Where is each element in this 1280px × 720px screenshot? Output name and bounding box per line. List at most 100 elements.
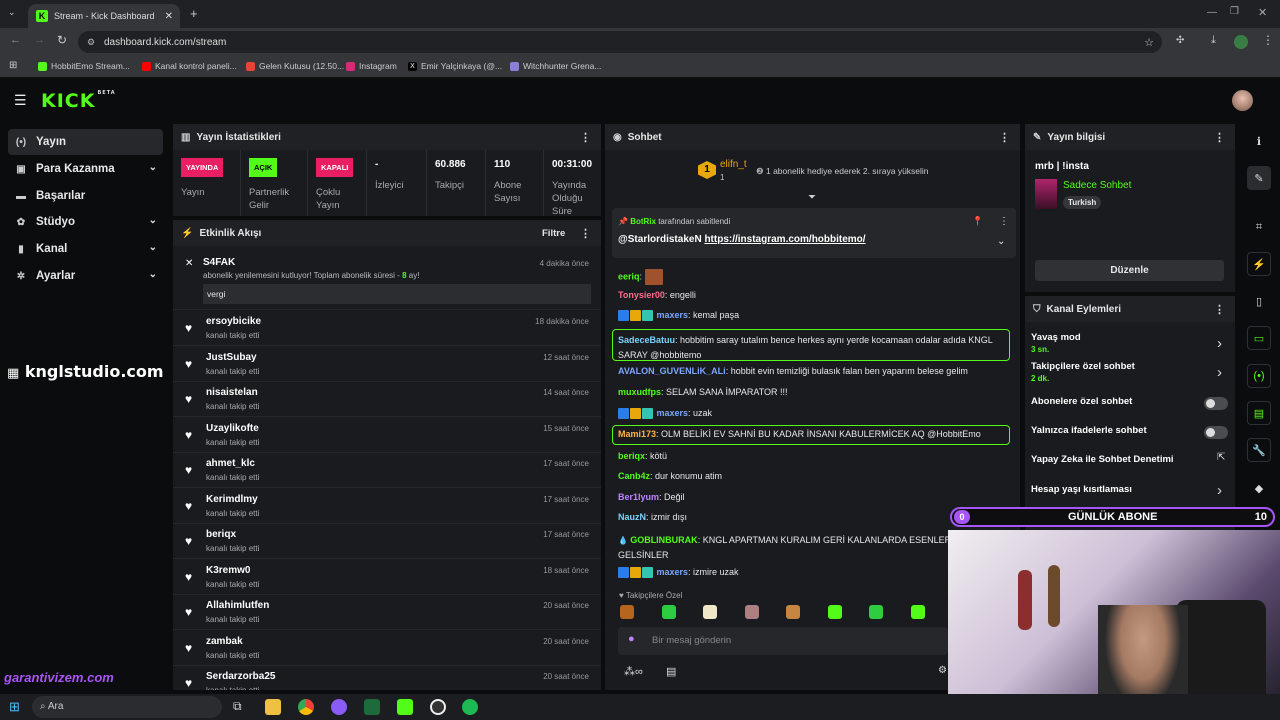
toggle-switch[interactable]	[1204, 397, 1228, 410]
store-icon[interactable]: ▤	[666, 665, 676, 678]
chat-username[interactable]: maxers	[657, 567, 689, 577]
extensions-icon[interactable]: ✣	[1176, 35, 1184, 46]
broadcast-icon[interactable]: (•)	[1247, 364, 1271, 388]
more-menu-icon[interactable]: ⋮	[999, 131, 1010, 144]
chat-username[interactable]: beriqx	[618, 451, 645, 461]
tab-close-icon[interactable]: ✕	[165, 11, 173, 22]
profile-avatar[interactable]	[1234, 35, 1248, 49]
follower-name[interactable]: ersoybicike	[206, 316, 261, 327]
bookmark-item[interactable]: Gelen Kutusu (12.50...	[246, 61, 344, 71]
sidebar-item-basarilar[interactable]: ▬ Başarılar	[8, 183, 163, 209]
window-close-icon[interactable]: ✕	[1258, 6, 1267, 19]
follower-name[interactable]: JustSubay	[206, 352, 257, 363]
sidebar-item-kanal[interactable]: ▮ Kanal ⌄	[8, 236, 163, 262]
sidebar-item-ayarlar[interactable]: ✲ Ayarlar ⌄	[8, 263, 163, 289]
collapse-icon[interactable]: ⏷	[808, 192, 816, 203]
chat-username[interactable]: GOBLINBURAK	[630, 535, 698, 545]
follower-name[interactable]: Allahimlutfen	[206, 600, 269, 611]
emote-icon[interactable]	[869, 605, 883, 619]
more-menu-icon[interactable]: ⋮	[1214, 303, 1225, 316]
app-icon[interactable]	[331, 699, 347, 715]
kick-app-icon[interactable]	[397, 699, 413, 715]
chat-username[interactable]: AVALON_GUVENLiK_ALi	[618, 366, 726, 376]
document-icon[interactable]: ▯	[1247, 289, 1271, 313]
obs-icon[interactable]	[430, 699, 446, 715]
bookmark-star-icon[interactable]: ☆	[1144, 36, 1154, 49]
chat-username[interactable]: SadeceBatuu	[618, 335, 675, 345]
follower-name[interactable]: Uzaylikofte	[206, 423, 259, 434]
bookmark-item[interactable]: Instagram	[346, 61, 397, 71]
action-item-label[interactable]: Yapay Zeka ile Sohbet Denetimi	[1031, 454, 1174, 465]
minimize-icon[interactable]: —	[1207, 7, 1217, 18]
more-menu-icon[interactable]: ⋮	[580, 227, 591, 240]
action-item-label[interactable]: Yavaş mod 3 sn.	[1031, 332, 1081, 354]
sidebar-item-studyo[interactable]: ✿ Stüdyo ⌄	[8, 209, 163, 235]
file-explorer-icon[interactable]	[265, 699, 281, 715]
chat-username[interactable]: Mami173	[618, 429, 656, 439]
chat-username[interactable]: eeriq	[618, 271, 640, 281]
chat-username[interactable]: NauzN	[618, 512, 646, 522]
external-link-icon[interactable]: ⇱	[1217, 452, 1225, 463]
url-field[interactable]: ⚙ dashboard.kick.com/stream ☆	[78, 31, 1162, 53]
chevron-right-icon[interactable]: ›	[1217, 482, 1222, 499]
more-menu-icon[interactable]: ⋮	[580, 131, 591, 144]
action-item-label[interactable]: Yalnızca ifadelerle sohbet	[1031, 425, 1147, 436]
chat-username[interactable]: Tonysier00	[618, 290, 665, 300]
emote-icon[interactable]	[703, 605, 717, 619]
chevron-right-icon[interactable]: ›	[1217, 364, 1222, 381]
pencil-icon[interactable]: ✎	[1247, 166, 1271, 190]
chat-username[interactable]: maxers	[657, 310, 689, 320]
filter-button[interactable]: Filtre	[542, 228, 565, 239]
emote-icon[interactable]	[620, 605, 634, 619]
chevron-right-icon[interactable]: ›	[1217, 335, 1222, 352]
crop-icon[interactable]: ⌗	[1247, 215, 1271, 239]
tab-menu-icon[interactable]: ⌄	[8, 7, 16, 18]
task-view-icon[interactable]: ⧉	[233, 699, 242, 714]
unpin-icon[interactable]: 📍	[972, 216, 983, 227]
chat-username[interactable]: Canb4z	[618, 471, 650, 481]
sidebar-item-para-kazanma[interactable]: ▣ Para Kazanma ⌄	[8, 156, 163, 182]
download-icon[interactable]: ⤓	[1211, 34, 1216, 47]
follower-name[interactable]: beriqx	[206, 529, 236, 540]
more-menu-icon[interactable]: ⋮	[1214, 131, 1225, 144]
chrome-icon[interactable]	[298, 699, 314, 715]
follower-name[interactable]: Kerimdlmy	[206, 494, 258, 505]
emote-icon[interactable]	[827, 605, 842, 619]
follower-name[interactable]: zambak	[206, 636, 243, 647]
category-link[interactable]: Sadece Sohbet	[1063, 180, 1131, 191]
bookmark-item[interactable]: HobbitEmo Stream...	[38, 61, 130, 71]
maximize-icon[interactable]: ❐	[1230, 6, 1239, 17]
browser-tab[interactable]: K Stream - Kick Dashboard ✕	[28, 4, 180, 28]
terminal-icon[interactable]	[364, 699, 380, 715]
browser-menu-icon[interactable]: ⋮	[1262, 33, 1274, 47]
follower-name[interactable]: nisaistelan	[206, 387, 258, 398]
bookmark-item[interactable]: X Emir Yalçinkaya (@...	[408, 61, 502, 71]
new-tab-icon[interactable]: +	[190, 6, 198, 21]
chat-icon[interactable]: ▭	[1247, 326, 1271, 350]
action-item-label[interactable]: Abonelere özel sohbet	[1031, 396, 1132, 407]
more-menu-icon[interactable]: ⋮	[999, 216, 1009, 227]
user-avatar[interactable]	[1232, 90, 1253, 111]
reload-icon[interactable]: ↻	[57, 33, 67, 47]
pinned-link[interactable]: https://instagram.com/hobbitemo/	[704, 234, 865, 245]
info-icon[interactable]: ℹ	[1247, 129, 1271, 153]
follower-name[interactable]: ahmet_klc	[206, 458, 255, 469]
spotify-icon[interactable]	[462, 699, 478, 715]
edit-button[interactable]: Düzenle	[1035, 260, 1224, 281]
toggle-switch[interactable]	[1204, 426, 1228, 439]
emote-icon[interactable]	[661, 605, 676, 619]
chat-input[interactable]: ● Bir mesaj gönderin	[618, 627, 948, 655]
action-item-label[interactable]: Hesap yaşı kısıtlaması	[1031, 484, 1132, 495]
sidebar-item-yayin[interactable]: (•) Yayın	[8, 129, 163, 155]
follower-name[interactable]: Serdarzorba25	[206, 671, 275, 682]
emote-icon[interactable]	[744, 605, 759, 619]
forward-icon[interactable]: →	[34, 34, 45, 46]
bolt-icon[interactable]: ⚡	[1247, 252, 1271, 276]
bookmark-item[interactable]: Witchhunter Grena...	[510, 61, 601, 71]
gifter-name[interactable]: elifn_t	[720, 159, 747, 170]
taskbar-search[interactable]: ⌕ Ara	[32, 696, 222, 718]
chat-username[interactable]: muxudfps	[618, 387, 661, 397]
server-icon[interactable]: ▤	[1247, 401, 1271, 425]
points-icon[interactable]: ⁂∞	[624, 665, 643, 678]
site-info-icon[interactable]: ⚙	[87, 37, 95, 48]
